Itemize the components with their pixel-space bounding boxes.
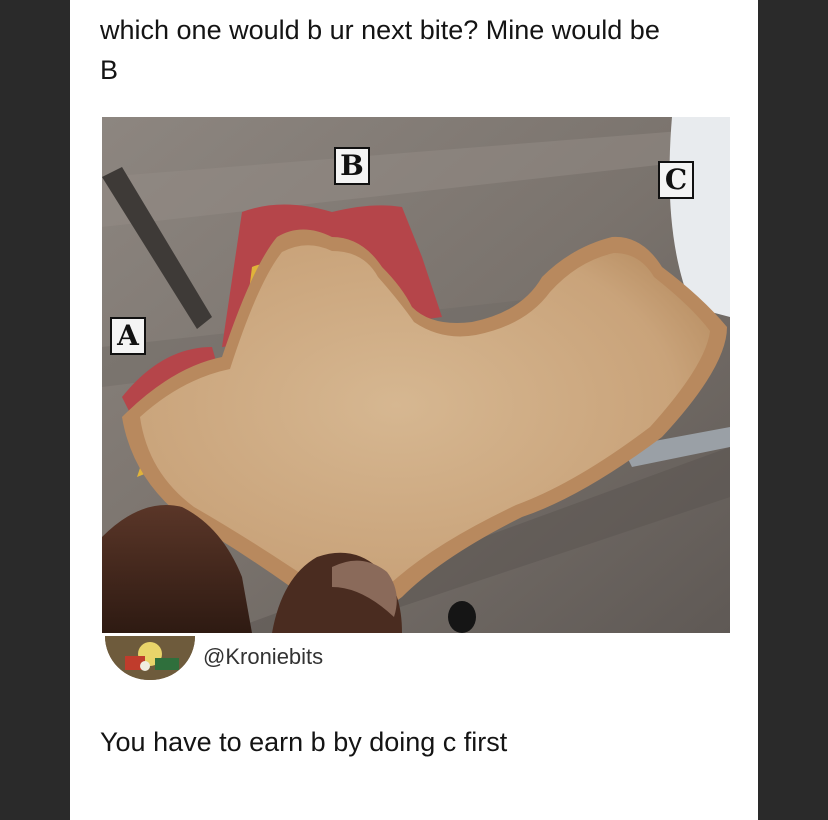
sandwich-photo: A B C	[102, 117, 730, 633]
avatar[interactable]	[105, 636, 195, 680]
post-caption: which one would b ur next bite? Mine wou…	[100, 15, 660, 85]
author-row[interactable]: @Kroniebits	[105, 636, 505, 680]
label-c: C	[658, 161, 694, 199]
label-a: A	[110, 317, 146, 355]
label-b: B	[334, 147, 370, 185]
author-handle[interactable]: @Kroniebits	[203, 644, 323, 670]
reply-text: You have to earn b by doing c first	[100, 727, 508, 757]
